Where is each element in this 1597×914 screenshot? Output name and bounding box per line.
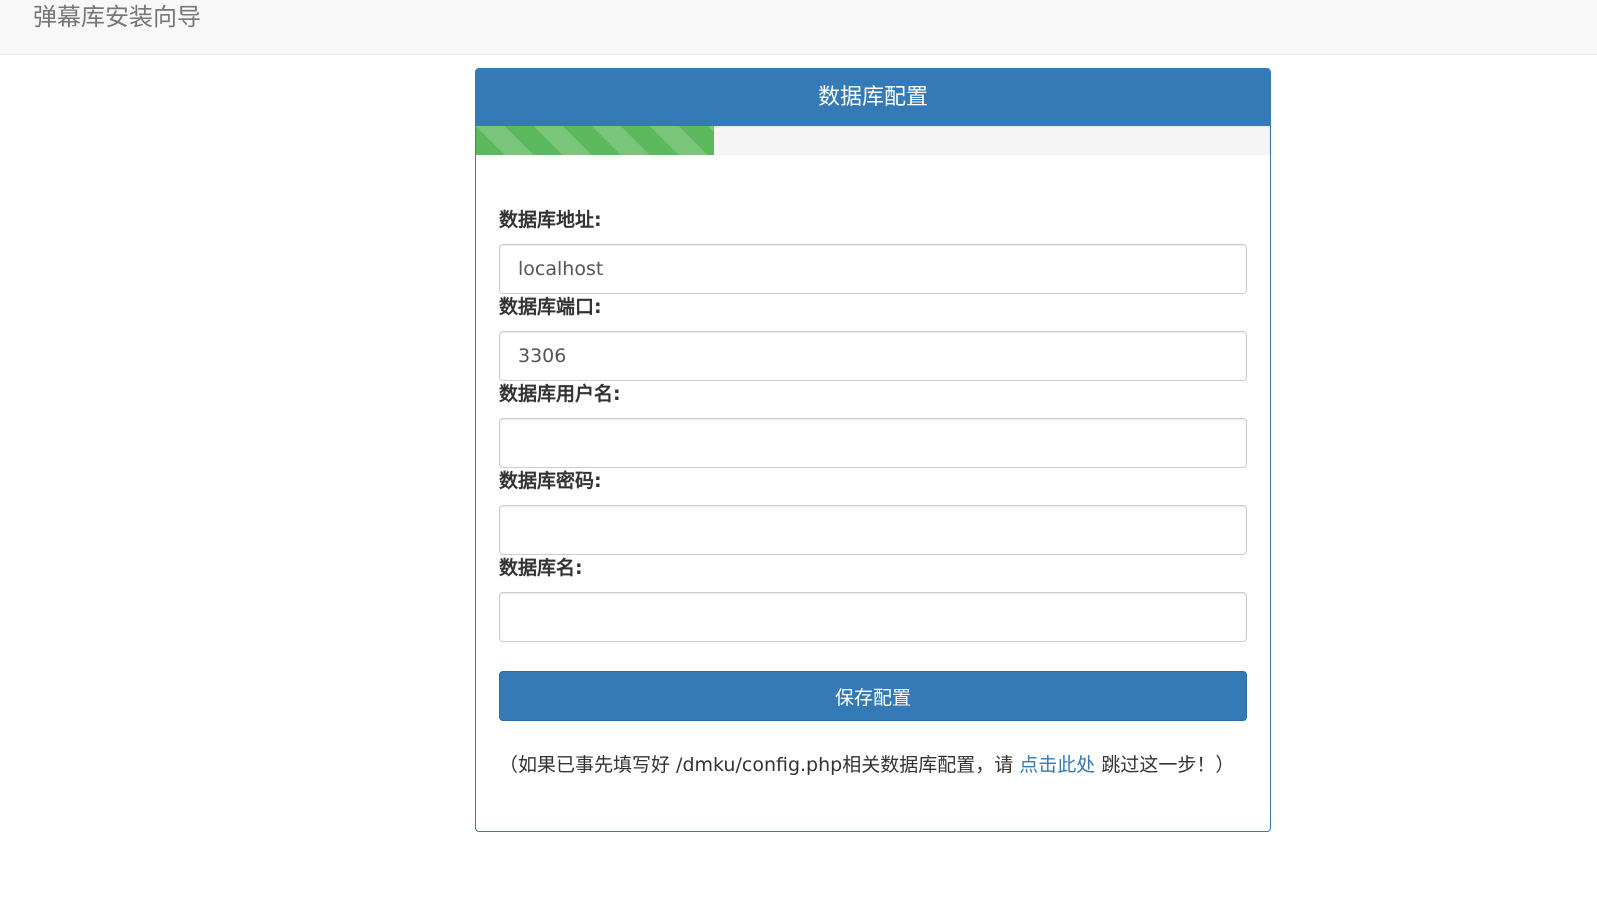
skip-note: （如果已事先填写好 /dmku/config.php相关数据库配置，请 点击此处… <box>499 751 1239 780</box>
skip-note-text-after: 跳过这一步！） <box>1095 754 1235 776</box>
db-port-label: 数据库端口: <box>499 296 602 318</box>
config-panel: 数据库配置 数据库地址: 数据库端口: 数据库用户名: 数据库密码: 数据库名:… <box>475 68 1271 832</box>
db-username-input[interactable] <box>499 418 1247 468</box>
skip-step-link[interactable]: 点击此处 <box>1019 754 1095 776</box>
panel-title: 数据库配置 <box>476 69 1270 126</box>
db-username-label: 数据库用户名: <box>499 383 621 405</box>
navbar: 弹幕库安装向导 <box>0 0 1597 55</box>
save-config-button[interactable]: 保存配置 <box>499 671 1247 721</box>
db-password-input[interactable] <box>499 505 1247 555</box>
db-host-input[interactable] <box>499 244 1247 294</box>
db-host-label: 数据库地址: <box>499 209 602 231</box>
progress-bar-fill <box>476 126 715 155</box>
skip-note-text-before: （如果已事先填写好 /dmku/config.php相关数据库配置，请 <box>499 754 1020 776</box>
db-port-input[interactable] <box>499 331 1247 381</box>
db-password-label: 数据库密码: <box>499 470 602 492</box>
db-name-input[interactable] <box>499 592 1247 642</box>
app-title[interactable]: 弹幕库安装向导 <box>33 2 201 32</box>
install-progress <box>476 126 1270 155</box>
db-name-label: 数据库名: <box>499 557 583 579</box>
